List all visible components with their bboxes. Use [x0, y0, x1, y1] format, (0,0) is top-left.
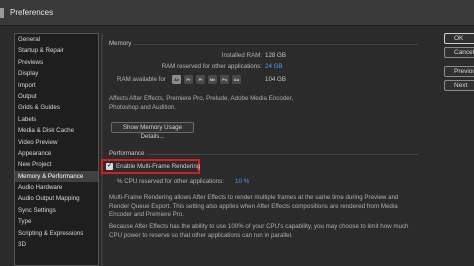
sidebar-item[interactable]: Media & Disk Cache [15, 125, 98, 136]
sidebar-item[interactable]: New Project [15, 159, 98, 170]
sidebar-item[interactable]: Grids & Guides [15, 102, 98, 113]
sidebar-item[interactable]: General [15, 34, 98, 45]
mfr-checkbox-label[interactable]: Enable Multi-Frame Rendering [116, 163, 200, 170]
sidebar-item[interactable]: Scripting & Expressions [15, 228, 98, 239]
mfr-checkbox[interactable]: ✓ [106, 163, 113, 170]
sidebar-item[interactable]: Startup & Repair [15, 45, 98, 56]
previous-button[interactable]: Previous [444, 66, 474, 77]
show-memory-details-button[interactable]: Show Memory Usage Details... [111, 122, 194, 140]
ram-available-label: RAM available for [117, 76, 166, 83]
sidebar-item[interactable]: 3D [15, 239, 98, 250]
window-title: Preferences [10, 8, 54, 17]
app-icon [0, 8, 4, 18]
sidebar-item[interactable]: Appearance [15, 148, 98, 159]
installed-ram-value: 128 GB [265, 52, 286, 59]
sidebar-divider [101, 33, 103, 266]
next-button[interactable]: Next [444, 80, 474, 91]
installed-ram-label: Installed RAM: [221, 52, 262, 59]
app-ps-icon: Ps [220, 75, 229, 84]
ram-reserved-value[interactable]: 24 GB [265, 63, 283, 70]
performance-group-label: Performance [109, 150, 148, 157]
ram-reserved-label: RAM reserved for other applications: [161, 63, 262, 70]
memory-group-divider [108, 44, 418, 45]
content-panel: Memory Installed RAM: 128 GB RAM reserve… [101, 33, 418, 266]
memory-description: Affects After Effects, Premiere Pro, Pre… [109, 95, 294, 111]
cpu-description: Because After Effects has the ability to… [109, 223, 409, 239]
preferences-sidebar: General Startup & Repair Previews Display Im… [14, 33, 99, 266]
app-au-icon: Au [232, 75, 241, 84]
app-ae-icon: Ae [172, 75, 181, 84]
sidebar-item[interactable]: Output [15, 91, 98, 102]
sidebar-item[interactable]: Video Preview [15, 137, 98, 148]
app-pr-icon: Pr [184, 75, 193, 84]
title-bar: Preferences [0, 0, 474, 26]
mfr-description: Multi-Frame Rendering allows After Effec… [109, 194, 399, 219]
sidebar-item[interactable]: Audio Hardware [15, 182, 98, 193]
sidebar-item[interactable]: Sync Settings [15, 205, 98, 216]
cpu-reserved-label: % CPU reserved for other applications: [117, 178, 224, 185]
sidebar-item[interactable]: Import [15, 80, 98, 91]
sidebar-item[interactable]: Labels [15, 114, 98, 125]
performance-group-divider [108, 154, 418, 155]
cpu-reserved-value[interactable]: 10 % [235, 178, 249, 185]
app-me-icon: Me [208, 75, 217, 84]
sidebar-item[interactable]: Previews [15, 57, 98, 68]
sidebar-item[interactable]: Type [15, 216, 98, 227]
sidebar-item[interactable]: Memory & Performance [15, 170, 98, 183]
memory-group-label: Memory [109, 40, 135, 47]
sidebar-item[interactable]: Audio Output Mapping [15, 193, 98, 204]
sidebar-item[interactable]: Display [15, 68, 98, 79]
dialog-button-column: OK Cancel Previous Next [420, 26, 474, 266]
app-pl-icon: Pl [196, 75, 205, 84]
ram-available-value: 104 GB [265, 76, 286, 83]
cancel-button[interactable]: Cancel [444, 47, 474, 58]
ok-button[interactable]: OK [444, 33, 474, 44]
